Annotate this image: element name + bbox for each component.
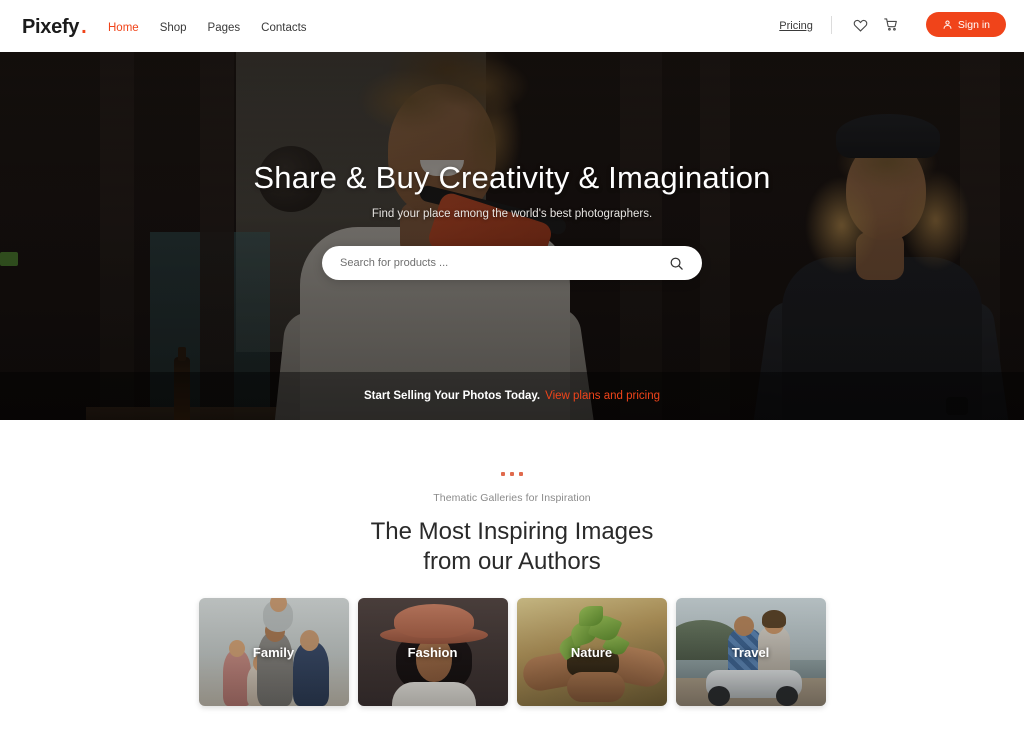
site-header: Pixefy . Home Shop Pages Contacts Pricin…	[0, 0, 1024, 52]
logo-dot: .	[81, 16, 87, 38]
gallery-card-label: Family	[252, 644, 295, 660]
header-actions: Pricing Sign in	[779, 12, 1006, 37]
search-icon	[670, 257, 683, 270]
gallery-cards: Family Fashion Nature Travel	[198, 598, 826, 707]
promo-link[interactable]: View plans and pricing	[545, 390, 660, 402]
wishlist-button[interactable]	[850, 14, 872, 36]
section-title-line2: from our Authors	[423, 547, 601, 575]
nav-item-home[interactable]: Home	[108, 22, 139, 34]
site-logo[interactable]: Pixefy .	[22, 16, 87, 39]
section-eyebrow: Thematic Galleries for Inspiration	[433, 492, 591, 504]
section-title: The Most Inspiring Images from our Autho…	[371, 517, 654, 576]
hero-section: Share & Buy Creativity & Imagination Fin…	[0, 52, 1024, 420]
search-submit-button[interactable]	[666, 253, 686, 273]
dot-3	[519, 472, 523, 476]
main-navigation: Home Shop Pages Contacts	[108, 22, 307, 34]
user-icon	[943, 20, 952, 29]
gallery-card-label: Nature	[570, 644, 613, 660]
gallery-card-family[interactable]: Family	[198, 598, 349, 707]
dot-2	[510, 472, 514, 476]
gallery-card-label: Travel	[731, 644, 770, 660]
decorative-dots	[501, 472, 523, 476]
nav-item-contacts[interactable]: Contacts	[261, 22, 306, 34]
cart-button[interactable]	[880, 14, 902, 36]
gallery-card-nature[interactable]: Nature	[516, 598, 667, 707]
heart-icon	[854, 19, 868, 32]
gallery-section: Thematic Galleries for Inspiration The M…	[0, 420, 1024, 745]
dot-1	[501, 472, 505, 476]
hero-title: Share & Buy Creativity & Imagination	[253, 160, 771, 195]
promo-text: Start Selling Your Photos Today.	[363, 390, 541, 402]
search-input[interactable]	[340, 257, 666, 269]
sign-in-label: Sign in	[957, 18, 990, 31]
logo-text: Pixefy	[22, 16, 80, 38]
section-title-line1: The Most Inspiring Images	[370, 518, 654, 545]
hero-promo-banner: Start Selling Your Photos Today. View pl…	[0, 372, 1024, 420]
shopping-cart-icon	[884, 18, 897, 31]
hero-subtitle: Find your place among the world's best p…	[371, 208, 653, 220]
gallery-card-travel[interactable]: Travel	[675, 598, 826, 707]
sign-in-button[interactable]: Sign in	[925, 12, 1006, 37]
gallery-card-fashion[interactable]: Fashion	[357, 598, 508, 707]
header-divider	[830, 15, 832, 34]
nav-item-pages[interactable]: Pages	[208, 22, 241, 34]
pricing-link[interactable]: Pricing	[779, 17, 813, 32]
hero-search-bar[interactable]	[322, 246, 702, 280]
gallery-card-label: Fashion	[407, 644, 458, 660]
nav-item-shop[interactable]: Shop	[160, 22, 187, 34]
